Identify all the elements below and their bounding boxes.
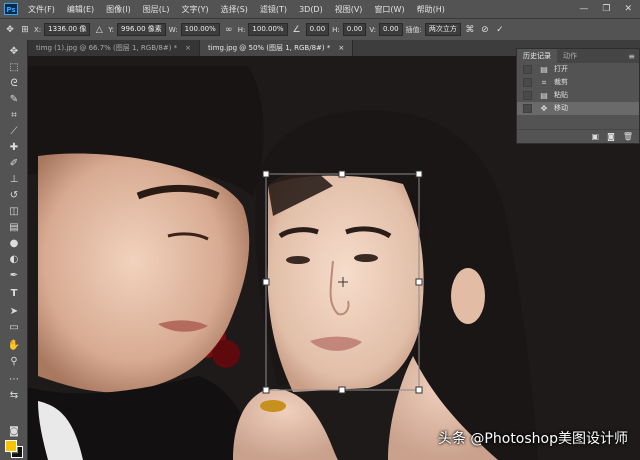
reset-colors-icon[interactable]: ⇆: [7, 390, 21, 402]
crop-icon: ⌗: [541, 78, 547, 87]
commit-transform-icon[interactable]: ✓: [494, 24, 506, 36]
close-icon[interactable]: ×: [338, 40, 344, 56]
tab-timg[interactable]: timg.jpg @ 50% (图层 1, RGB/8#) * ×: [200, 40, 354, 56]
h-label: H:: [237, 25, 246, 34]
window-controls: — ❐ ✕: [579, 4, 640, 14]
menu-help[interactable]: 帮助(H): [411, 4, 451, 15]
lasso-icon[interactable]: ᘓ: [7, 78, 21, 90]
pen-icon[interactable]: ✒: [7, 270, 21, 282]
cancel-transform-icon[interactable]: ⊘: [479, 24, 491, 36]
interpolation-label: 插值:: [405, 25, 422, 34]
menu-window[interactable]: 窗口(W): [368, 4, 410, 15]
history-brush-icon[interactable]: ↺: [7, 190, 21, 202]
y-label: Y:: [108, 25, 115, 34]
menu-edit[interactable]: 编辑(E): [61, 4, 100, 15]
menu-filter[interactable]: 滤镜(T): [254, 4, 293, 15]
history-item-open[interactable]: ▤ 打开: [517, 63, 639, 76]
vskew-label: V:: [369, 25, 376, 34]
minimize-button[interactable]: —: [579, 4, 588, 14]
history-checkbox[interactable]: [523, 78, 532, 87]
delta-icon[interactable]: △: [93, 24, 105, 36]
menu-select[interactable]: 选择(S): [215, 4, 254, 15]
hskew-label: H:: [332, 25, 340, 34]
history-item-crop[interactable]: ⌗ 裁剪: [517, 76, 639, 89]
history-checkbox[interactable]: [523, 91, 532, 100]
clone-stamp-icon[interactable]: ⊥: [7, 174, 21, 186]
more-tools-icon[interactable]: ⋯: [7, 374, 21, 386]
x-label: X:: [34, 25, 42, 34]
eyedropper-icon[interactable]: ⟋: [7, 126, 21, 138]
move-tool-icon[interactable]: ✥: [4, 24, 16, 36]
warp-icon[interactable]: ⌘: [464, 24, 476, 36]
menu-image[interactable]: 图像(I): [100, 4, 137, 15]
hskew-field[interactable]: 0.00: [342, 23, 367, 36]
angle-icon: ∠: [292, 24, 301, 35]
x-field[interactable]: 1336.00 像: [44, 23, 91, 36]
history-item-paste[interactable]: ▤ 粘贴: [517, 89, 639, 102]
history-panel: 历史记录 动作 ≡ ▤ 打开 ⌗ 裁剪 ▤ 粘贴 ✥ 移动 ▣ ◙ 🗑: [516, 48, 640, 144]
reference-point-icon[interactable]: ⊞: [19, 24, 31, 36]
document-icon: ▤: [540, 65, 548, 74]
eraser-icon[interactable]: ◫: [7, 206, 21, 218]
watermark-text: 头条 @Photoshop美图设计师: [437, 431, 628, 447]
quick-select-icon[interactable]: ✎: [7, 94, 21, 106]
gradient-icon[interactable]: ▤: [7, 222, 21, 234]
w-label: W:: [168, 25, 178, 34]
history-item-label: 打开: [554, 65, 568, 73]
quick-mask-icon[interactable]: ◙: [7, 426, 21, 438]
path-select-icon[interactable]: ➤: [7, 306, 21, 318]
history-checkbox[interactable]: [523, 104, 532, 113]
crop-icon[interactable]: ⌗: [7, 110, 21, 122]
tools-panel: ✥ ⬚ ᘓ ✎ ⌗ ⟋ ✚ ✐ ⊥ ↺ ◫ ▤ ● ◐ ✒ T ➤ ▭ ✋ ⚲ …: [0, 40, 28, 460]
vskew-field[interactable]: 0.00: [378, 23, 403, 36]
rectangle-icon[interactable]: ▭: [7, 322, 21, 334]
tab-history[interactable]: 历史记录: [517, 49, 557, 63]
menu-type[interactable]: 文字(Y): [175, 4, 214, 15]
zoom-icon[interactable]: ⚲: [7, 356, 21, 368]
history-checkbox[interactable]: [523, 65, 532, 74]
history-panel-footer: ▣ ◙ 🗑: [517, 129, 639, 143]
history-item-move[interactable]: ✥ 移动: [517, 102, 639, 115]
hand-icon[interactable]: ✋: [7, 340, 21, 352]
camera-icon[interactable]: ◙: [607, 132, 615, 141]
move-icon[interactable]: ✥: [7, 46, 21, 58]
menu-bar: Ps 文件(F) 编辑(E) 图像(I) 图层(L) 文字(Y) 选择(S) 滤…: [0, 0, 640, 18]
panel-menu-icon[interactable]: ≡: [628, 52, 639, 61]
healing-brush-icon[interactable]: ✚: [7, 142, 21, 154]
menu-view[interactable]: 视图(V): [329, 4, 369, 15]
close-window-button[interactable]: ✕: [624, 4, 632, 14]
foreground-color-swatch[interactable]: [5, 440, 17, 452]
history-panel-tabs: 历史记录 动作 ≡: [517, 49, 639, 63]
history-item-label: 裁剪: [554, 78, 568, 86]
app-logo: Ps: [0, 0, 22, 18]
angle-field[interactable]: 0.00: [305, 23, 330, 36]
height-field[interactable]: 100.00%: [248, 23, 288, 36]
photoshop-window: Ps 文件(F) 编辑(E) 图像(I) 图层(L) 文字(Y) 选择(S) 滤…: [0, 0, 640, 460]
new-document-from-state-icon[interactable]: ▣: [592, 132, 600, 141]
dodge-icon[interactable]: ◐: [7, 254, 21, 266]
tab-label: timg.jpg @ 50% (图层 1, RGB/8#) *: [208, 44, 331, 52]
tab-timg-1[interactable]: timg (1).jpg @ 66.7% (图层 1, RGB/8#) * ×: [28, 40, 201, 56]
marquee-icon[interactable]: ⬚: [7, 62, 21, 74]
move-icon: ✥: [540, 104, 548, 113]
y-field[interactable]: 996.00 像素: [117, 23, 166, 36]
menu-file[interactable]: 文件(F): [22, 4, 61, 15]
options-bar: ✥ ⊞ X: 1336.00 像 △ Y: 996.00 像素 W: 100.0…: [0, 18, 640, 40]
menu-layer[interactable]: 图层(L): [137, 4, 176, 15]
close-icon[interactable]: ×: [185, 40, 191, 56]
menu-3d[interactable]: 3D(D): [293, 5, 329, 14]
tab-actions[interactable]: 动作: [557, 49, 583, 63]
restore-button[interactable]: ❐: [602, 4, 610, 14]
brush-icon[interactable]: ✐: [7, 158, 21, 170]
blur-icon[interactable]: ●: [7, 238, 21, 250]
trash-icon[interactable]: 🗑: [623, 132, 633, 141]
link-icon[interactable]: ∞: [223, 24, 235, 36]
history-item-label: 粘贴: [554, 91, 568, 99]
document-icon: ▤: [540, 91, 548, 100]
interpolation-select[interactable]: 两次立方: [424, 23, 461, 36]
type-icon[interactable]: T: [7, 288, 21, 300]
tab-label: timg (1).jpg @ 66.7% (图层 1, RGB/8#) *: [36, 44, 178, 52]
history-item-label: 移动: [554, 104, 568, 112]
width-field[interactable]: 100.00%: [180, 23, 220, 36]
